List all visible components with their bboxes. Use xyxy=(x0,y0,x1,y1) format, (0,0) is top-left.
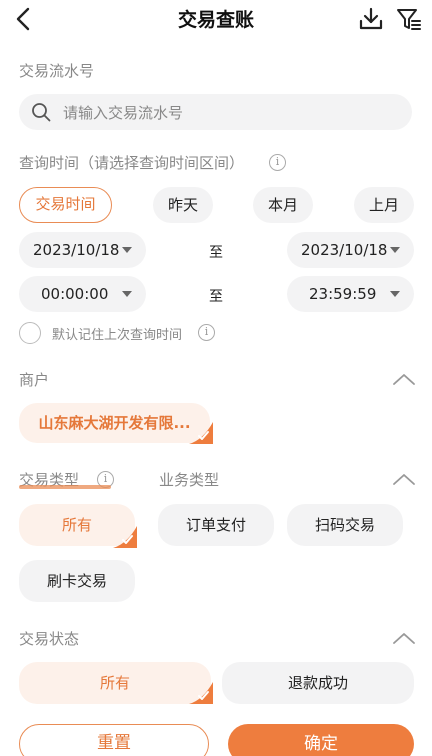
confirm-button[interactable]: 确定 xyxy=(228,724,414,756)
header-bar: 交易查账 xyxy=(0,0,432,38)
remember-checkbox[interactable] xyxy=(19,322,41,344)
end-date-select[interactable]: 2023/10/18 xyxy=(287,232,414,268)
caret-down-icon xyxy=(390,291,400,297)
query-time-label: 查询时间（请选择查询时间区间） xyxy=(19,154,245,172)
type-option-order-payment[interactable]: 订单支付 xyxy=(158,504,274,546)
quick-option-transaction-time[interactable]: 交易时间 xyxy=(19,187,112,223)
check-icon xyxy=(189,422,213,444)
status-option-refund-success[interactable]: 退款成功 xyxy=(222,662,414,704)
caret-down-icon xyxy=(122,291,132,297)
reset-button[interactable]: 重置 xyxy=(19,724,209,756)
check-icon xyxy=(113,526,137,548)
info-icon[interactable]: i xyxy=(198,324,215,341)
quick-option-yesterday[interactable]: 昨天 xyxy=(153,187,213,223)
remember-label: 默认记住上次查询时间 xyxy=(52,328,183,343)
caret-down-icon xyxy=(390,247,400,253)
end-time-select[interactable]: 23:59:59 xyxy=(287,276,414,312)
serial-label: 交易流水号 xyxy=(19,62,95,80)
chevron-up-icon[interactable] xyxy=(392,630,416,646)
filter-icon[interactable] xyxy=(396,6,422,32)
caret-down-icon xyxy=(122,247,132,253)
merchant-label: 商户 xyxy=(19,371,50,389)
to-label: 至 xyxy=(209,245,223,261)
start-time-select[interactable]: 00:00:00 xyxy=(19,276,146,312)
start-time-value: 00:00:00 xyxy=(41,285,109,303)
tab-business-type[interactable]: 业务类型 xyxy=(159,469,219,490)
info-icon[interactable]: i xyxy=(269,154,286,171)
status-option-all[interactable]: 所有 xyxy=(19,662,211,704)
serial-search-field[interactable]: 请输入交易流水号 xyxy=(19,94,412,130)
type-option-card-transaction[interactable]: 刷卡交易 xyxy=(19,560,135,602)
end-date-value: 2023/10/18 xyxy=(301,241,388,259)
bottom-action-bar: 重置 确定 xyxy=(0,708,432,756)
merchant-chip[interactable]: 山东麻大湖开发有限... xyxy=(19,403,210,443)
chevron-up-icon[interactable] xyxy=(392,471,416,487)
serial-input-placeholder: 请输入交易流水号 xyxy=(63,104,184,122)
status-label: 交易状态 xyxy=(19,630,80,648)
quick-option-last-month[interactable]: 上月 xyxy=(354,187,414,223)
quick-option-this-month[interactable]: 本月 xyxy=(253,187,313,223)
start-date-select[interactable]: 2023/10/18 xyxy=(19,232,146,268)
start-date-value: 2023/10/18 xyxy=(33,241,120,259)
download-icon[interactable] xyxy=(358,6,384,32)
type-option-scan-transaction[interactable]: 扫码交易 xyxy=(287,504,403,546)
end-time-value: 23:59:59 xyxy=(309,285,377,303)
active-tab-indicator xyxy=(19,485,111,489)
search-icon xyxy=(32,103,51,122)
check-icon xyxy=(189,682,213,704)
chevron-up-icon[interactable] xyxy=(392,371,416,387)
to-label: 至 xyxy=(209,289,223,305)
